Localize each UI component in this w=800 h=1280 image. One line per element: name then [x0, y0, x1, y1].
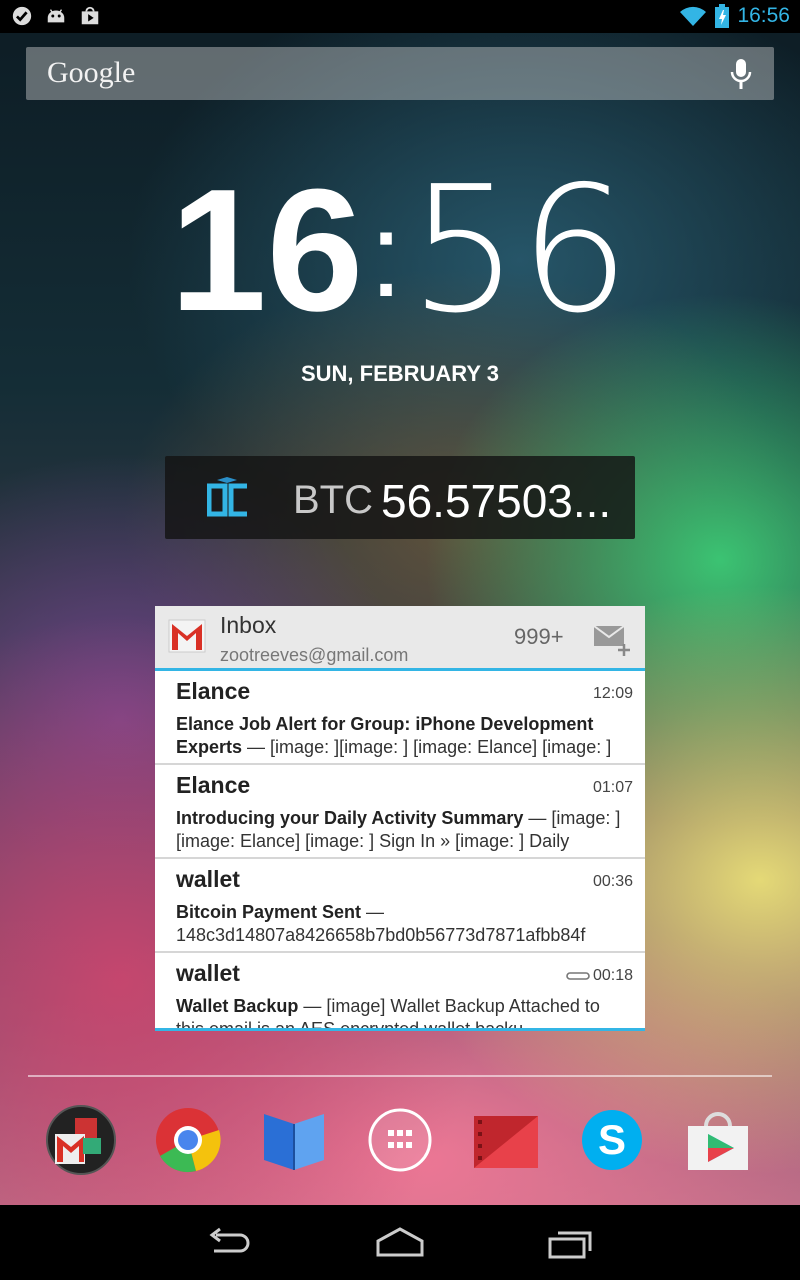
email-list-item[interactable]: Elance 12:09 Elance Job Alert for Group:…	[155, 671, 645, 765]
email-time: 12:09	[592, 685, 633, 702]
svg-text:S: S	[598, 1116, 626, 1163]
email-subject: Bitcoin Payment Sent	[176, 902, 362, 922]
gmail-widget-header[interactable]: Inbox zootreeves@gmail.com 999+	[155, 606, 645, 671]
home-icon[interactable]	[370, 1225, 430, 1261]
gmail-email-list[interactable]: Elance 12:09 Elance Job Alert for Group:…	[155, 671, 645, 1028]
gmail-google-folder-icon[interactable]	[45, 1104, 117, 1176]
email-time: 01:07	[592, 779, 633, 796]
google-logo-text[interactable]: Google	[47, 56, 135, 90]
check-icon	[12, 6, 32, 26]
email-sender: wallet	[176, 960, 240, 986]
status-bar: 16:56	[0, 0, 800, 33]
back-icon[interactable]	[200, 1225, 260, 1261]
navigation-bar	[0, 1205, 800, 1280]
clock-minutes: 56	[408, 149, 631, 352]
app-dock: S	[0, 1104, 800, 1184]
clock-date: SUN, FEBRUARY 3	[300, 361, 500, 386]
btc-label: BTC	[293, 478, 373, 522]
gmail-widget: Inbox zootreeves@gmail.com 999+ Elance 1…	[155, 606, 645, 1031]
email-time: 00:18	[592, 967, 633, 984]
gmail-account: zootreeves@gmail.com	[220, 645, 409, 665]
android-icon	[47, 9, 65, 23]
battery-charging-icon	[715, 4, 730, 28]
email-time-wrap: 00:18	[564, 967, 633, 985]
skype-icon[interactable]: S	[576, 1104, 648, 1176]
gmail-widget-bottom-bar	[155, 1028, 645, 1031]
email-sender: wallet	[176, 866, 240, 892]
email-preview: Wallet Backup — [image] Wallet Backup At…	[176, 995, 631, 1028]
gmail-inbox-title[interactable]: Inbox	[220, 612, 276, 639]
email-subject: Introducing your Daily Activity Summary	[176, 808, 524, 828]
btc-widget[interactable]: BTC 56.57503...	[165, 456, 635, 539]
btc-value: 56.57503...	[381, 475, 612, 527]
gmail-unread-count: 999+	[514, 624, 564, 649]
play-movies-icon[interactable]	[470, 1104, 542, 1176]
email-subject: Wallet Backup	[176, 996, 299, 1016]
compose-icon[interactable]	[592, 622, 634, 658]
status-time: 16:56	[737, 4, 790, 27]
play-books-icon[interactable]	[258, 1104, 330, 1176]
email-list-item[interactable]: wallet 00:18 Wallet Backup — [image] Wal…	[155, 953, 645, 1028]
recent-apps-icon[interactable]	[540, 1225, 600, 1261]
google-search-bar[interactable]: Google	[26, 47, 774, 100]
email-snippet: — [image: ][image: ] [image: Elance] [im…	[242, 737, 612, 757]
email-time-wrap: 12:09	[593, 685, 633, 703]
clock-colon: :	[369, 188, 403, 322]
email-list-item[interactable]: wallet 00:36 Bitcoin Payment Sent — 148c…	[155, 859, 645, 953]
mic-icon[interactable]	[728, 57, 754, 91]
clock-hours: 16	[169, 152, 364, 347]
email-time-wrap: 01:07	[593, 779, 633, 797]
gmail-icon[interactable]	[168, 616, 206, 656]
email-time: 00:36	[592, 873, 633, 890]
email-preview: Elance Job Alert for Group: iPhone Devel…	[176, 713, 631, 759]
wifi-icon	[680, 6, 707, 27]
notification-icons	[10, 5, 102, 27]
email-preview: Bitcoin Payment Sent — 148c3d14807a84266…	[176, 901, 631, 947]
email-list-item[interactable]: Elance 01:07 Introducing your Daily Acti…	[155, 765, 645, 859]
app-drawer-icon[interactable]	[364, 1104, 436, 1176]
email-time-wrap: 00:36	[593, 873, 633, 891]
oc-logo-icon	[207, 477, 247, 517]
play-store-icon[interactable]	[682, 1104, 754, 1176]
email-sender: Elance	[176, 772, 251, 798]
play-store-icon	[81, 6, 99, 25]
clock-widget[interactable]: 16:56	[0, 150, 800, 369]
email-preview: Introducing your Daily Activity Summary …	[176, 807, 631, 853]
chrome-icon[interactable]	[152, 1104, 224, 1176]
status-right: 16:56	[679, 4, 790, 28]
email-sender: Elance	[176, 678, 251, 704]
dock-divider	[28, 1075, 772, 1077]
attachment-icon	[566, 972, 590, 980]
